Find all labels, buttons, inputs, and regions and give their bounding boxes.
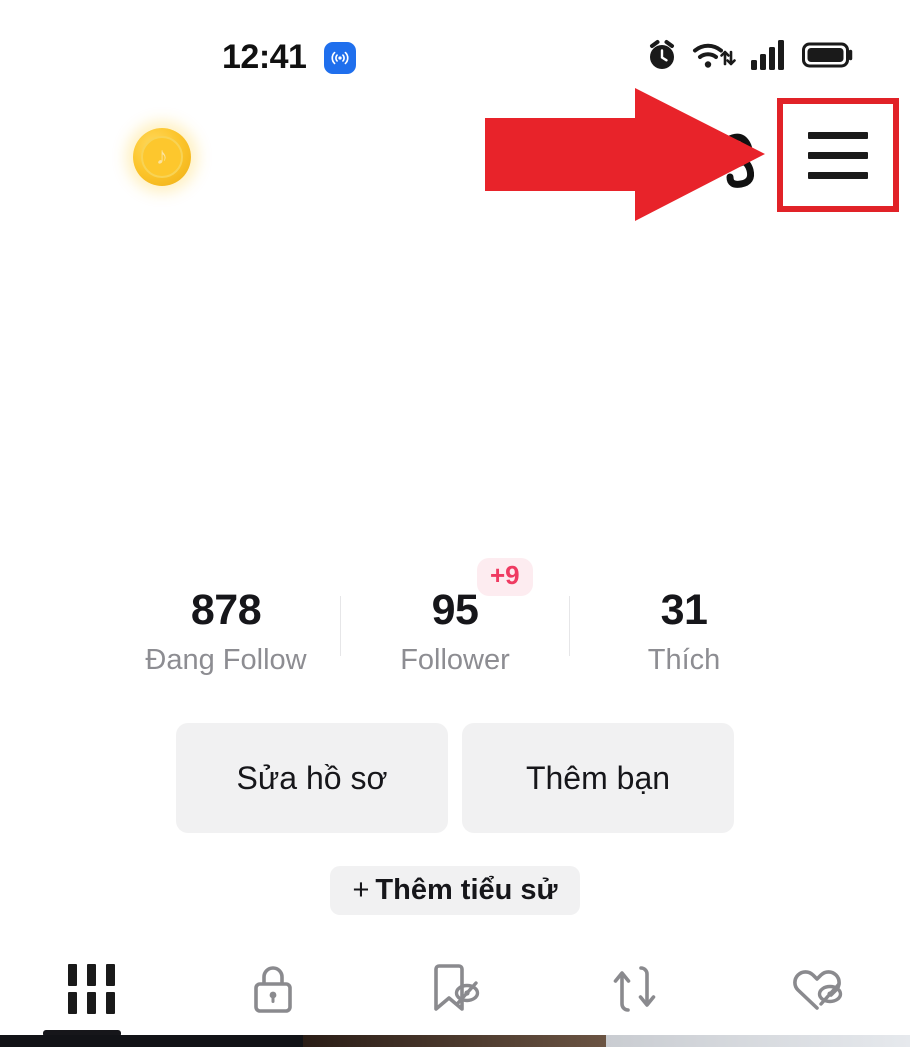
status-bar: 12:41 [0, 0, 910, 92]
hamburger-menu-icon[interactable] [783, 104, 893, 206]
hamburger-line [808, 131, 868, 139]
annotation-arrow [485, 88, 765, 221]
tiktok-coin-icon[interactable]: ♪ [133, 128, 191, 186]
heart-hidden-icon [793, 970, 843, 1010]
broadcast-icon [324, 42, 356, 74]
profile-tabbar [0, 948, 910, 1030]
battery-full-icon [802, 42, 853, 68]
tiktok-note-glyph: ♪ [156, 143, 168, 170]
repost-icon [613, 966, 656, 1012]
saved-tab[interactable] [364, 948, 546, 1030]
video-thumbnail[interactable] [0, 1035, 303, 1047]
add-bio-button[interactable]: + Thêm tiểu sử [330, 866, 580, 915]
stat-label: Đang Follow [145, 644, 307, 677]
stat-value: 95 [431, 586, 479, 634]
add-friend-button[interactable]: Thêm bạn [462, 723, 734, 833]
cellular-signal-icon [751, 40, 784, 70]
profile-stats: 878 Đang Follow +9 95 Follower 31 Thích [0, 558, 910, 677]
stat-value: 878 [190, 586, 262, 634]
profile-actions: Sửa hồ sơ Thêm bạn [0, 723, 910, 833]
stat-followers[interactable]: +9 95 Follower [341, 558, 569, 677]
stat-value: 31 [660, 586, 708, 634]
coin-inner: ♪ [141, 136, 183, 178]
stat-label: Thích [647, 644, 721, 677]
alarm-clock-icon [650, 40, 674, 69]
plus-icon: + [352, 874, 370, 906]
private-tab[interactable] [182, 948, 364, 1030]
video-thumbnail[interactable] [303, 1035, 606, 1047]
bookmark-hidden-icon [434, 964, 480, 1011]
phone-screen: 12:41 ♪ 878 Đang Follow +9 95 Follower 3… [0, 0, 910, 1047]
new-followers-badge: +9 [477, 558, 533, 596]
grid-icon [67, 964, 115, 1014]
edit-profile-button[interactable]: Sửa hồ sơ [176, 723, 448, 833]
video-thumbnail-strip [0, 1035, 910, 1047]
stat-likes[interactable]: 31 Thích [570, 586, 798, 677]
stat-following[interactable]: 878 Đang Follow [112, 586, 340, 677]
lock-icon [254, 966, 292, 1013]
status-time: 12:41 [222, 38, 307, 76]
liked-tab[interactable] [728, 948, 910, 1030]
stat-label: Follower [400, 644, 510, 677]
wifi-icon [693, 43, 736, 68]
video-thumbnail[interactable] [606, 1035, 910, 1047]
status-icons [646, 38, 854, 72]
posts-tab[interactable] [0, 948, 182, 1030]
add-bio-label: Thêm tiểu sử [375, 874, 558, 906]
menu-highlight-box [777, 98, 899, 212]
reposts-tab[interactable] [546, 948, 728, 1030]
hamburger-line [808, 171, 868, 179]
hamburger-line [808, 151, 868, 159]
bio-row: + Thêm tiểu sử [0, 866, 910, 915]
